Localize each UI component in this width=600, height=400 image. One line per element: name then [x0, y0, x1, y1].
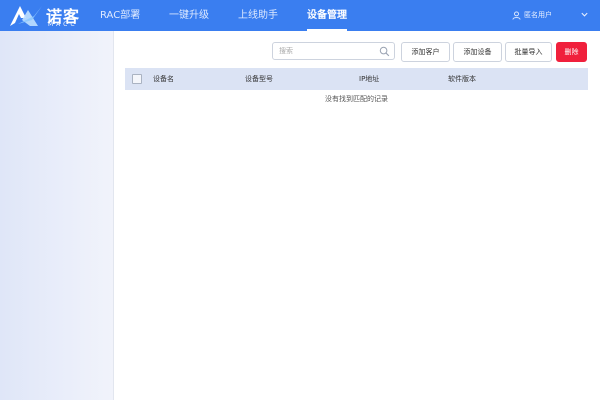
column-header-device-name[interactable]: 设备名	[153, 68, 174, 90]
sidebar	[0, 31, 114, 400]
nav-item-online-assistant[interactable]: 上线助手	[238, 0, 278, 31]
chevron-down-icon[interactable]	[580, 10, 589, 19]
add-device-button[interactable]: 添加设备	[453, 42, 502, 62]
logo-mark-icon	[10, 6, 42, 26]
brand-logo[interactable]: 诺客 MACC	[8, 2, 88, 29]
column-header-software-version[interactable]: 软件版本	[448, 68, 476, 90]
select-all-checkbox[interactable]	[132, 74, 142, 84]
batch-import-button[interactable]: 批量导入	[505, 42, 552, 62]
user-name: 匿名用户	[524, 11, 552, 19]
column-header-ip-address[interactable]: IP地址	[359, 68, 379, 90]
search-input[interactable]	[279, 45, 374, 57]
table-header: 设备名 设备型号 IP地址 软件版本	[125, 68, 588, 90]
nav-item-one-click-upgrade[interactable]: 一键升级	[169, 0, 209, 31]
top-navigation-bar: 诺客 MACC RAC部署 一键升级 上线助手 设备管理 匿名用户	[0, 0, 600, 31]
brand-subname: MACC	[48, 21, 78, 28]
column-header-device-model[interactable]: 设备型号	[245, 68, 273, 90]
delete-button[interactable]: 删除	[556, 42, 587, 62]
nav-item-rac-deploy[interactable]: RAC部署	[100, 0, 140, 31]
user-icon	[512, 10, 521, 20]
search-box[interactable]	[272, 42, 395, 60]
user-menu[interactable]: 匿名用户	[512, 0, 552, 31]
nav-item-device-management[interactable]: 设备管理	[307, 0, 347, 31]
add-customer-button[interactable]: 添加客户	[401, 42, 450, 62]
empty-table-message: 没有找到匹配的记录	[325, 95, 388, 103]
search-icon[interactable]	[379, 46, 390, 57]
